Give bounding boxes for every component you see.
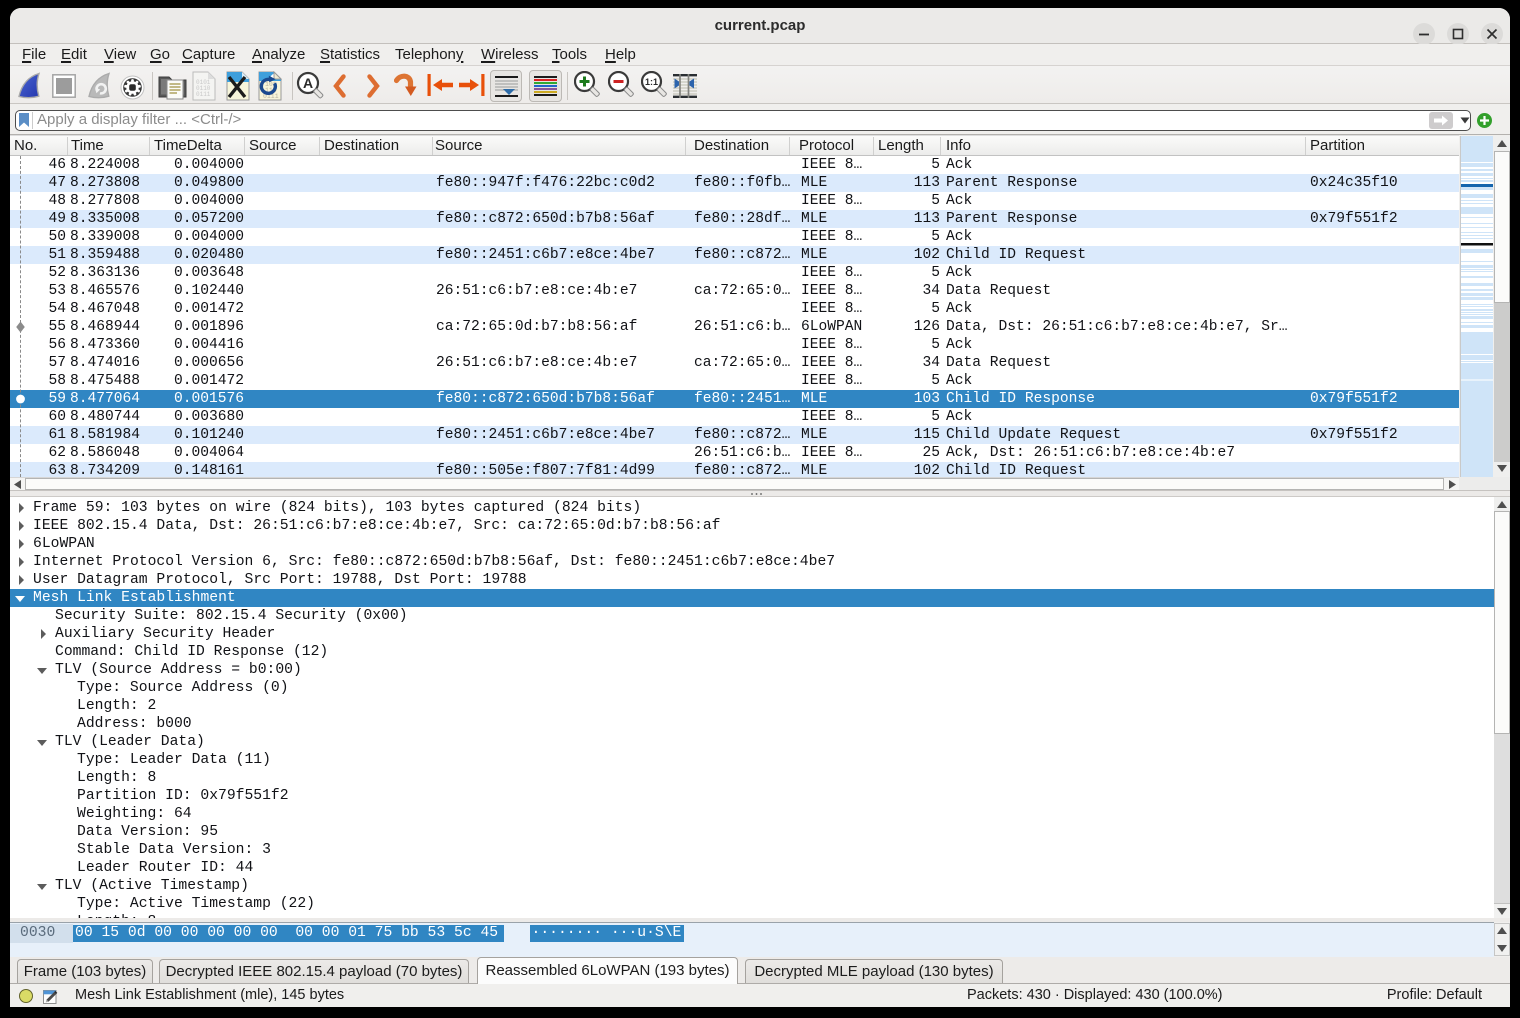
- svg-text:1:1: 1:1: [645, 77, 658, 87]
- svg-text:0111: 0111: [196, 91, 211, 98]
- svg-text:A: A: [303, 75, 313, 91]
